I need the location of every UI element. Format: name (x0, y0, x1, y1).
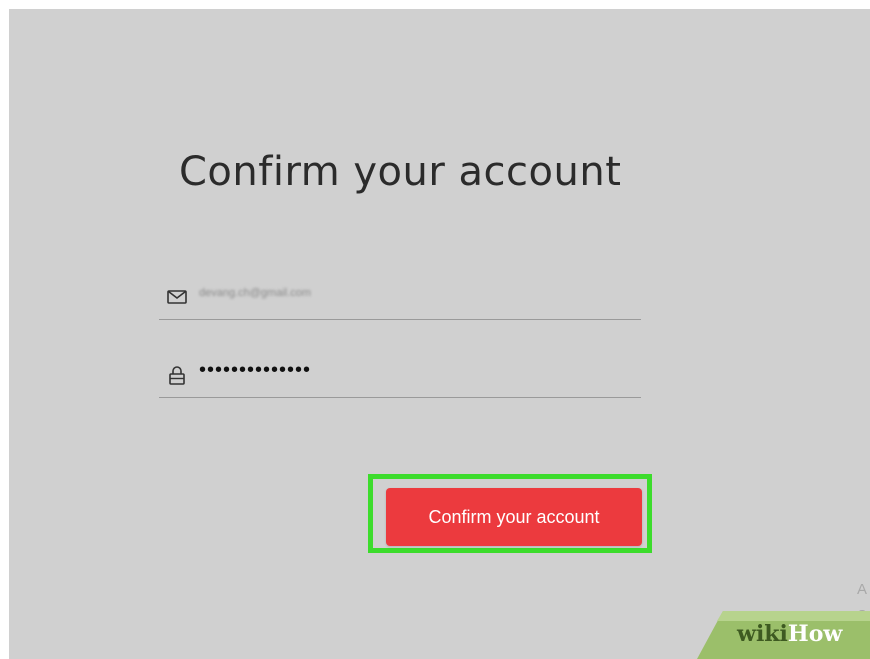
password-field[interactable]: •••••••••••••• (159, 355, 641, 398)
confirm-account-button[interactable]: Confirm your account (386, 488, 642, 546)
watermark-text: wikiHow (737, 621, 843, 647)
password-value: •••••••••••••• (199, 359, 312, 381)
login-panel: Confirm your account devang.ch@gmail.com… (9, 9, 870, 659)
envelope-icon (165, 285, 189, 309)
lock-icon (165, 363, 189, 387)
email-field[interactable]: devang.ch@gmail.com (159, 277, 641, 320)
email-value: devang.ch@gmail.com (199, 287, 312, 299)
wikihow-watermark: wikiHow (697, 611, 870, 659)
page-title: Confirm your account (179, 149, 622, 195)
edge-text-top: A (857, 581, 868, 598)
